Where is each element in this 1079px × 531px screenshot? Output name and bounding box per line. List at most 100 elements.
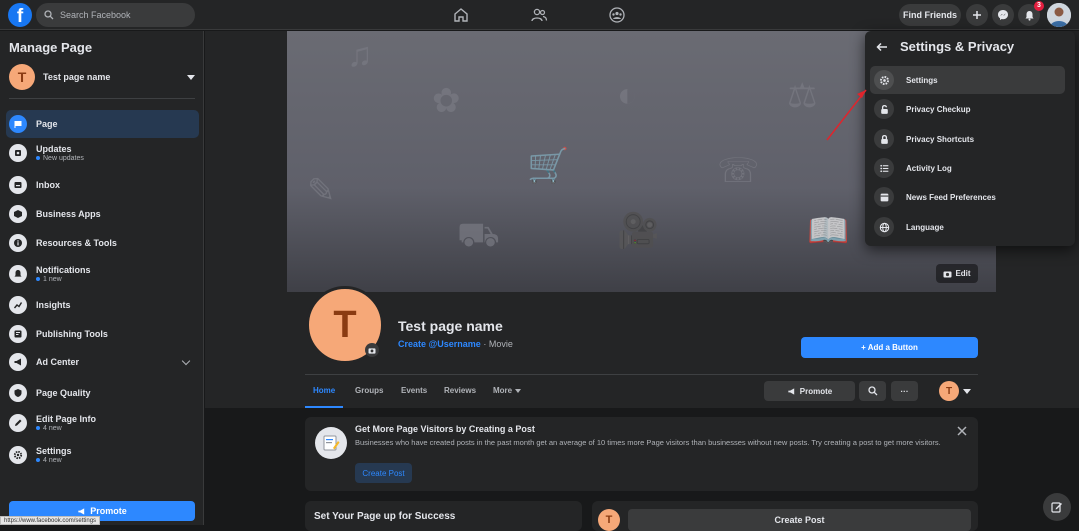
top-navigation-bar: f Find Friends 3 <box>0 0 1079 30</box>
promote-label: Promote <box>799 386 833 396</box>
edit-cover-button[interactable]: Edit <box>936 264 978 283</box>
page-category: · Movie <box>480 339 513 349</box>
plus-icon <box>973 11 981 19</box>
messenger-icon <box>998 10 1008 20</box>
back-arrow-icon[interactable] <box>876 42 888 52</box>
page-avatar: T <box>9 64 35 90</box>
menu-item-language[interactable]: Language <box>870 213 1065 241</box>
tab-more-label: More <box>493 386 513 395</box>
search-box[interactable] <box>36 3 195 27</box>
create-username-link[interactable]: Create @Username <box>398 339 481 349</box>
user-avatar-image <box>1047 3 1071 27</box>
globe-icon <box>874 217 894 237</box>
groups-icon[interactable] <box>608 6 626 24</box>
profile-camera-button[interactable] <box>365 343 379 357</box>
more-options-button[interactable]: ··· <box>891 381 918 401</box>
promote-label: Promote <box>90 506 127 516</box>
bell-icon <box>9 265 27 283</box>
add-a-button-button[interactable]: + Add a Button <box>801 337 978 358</box>
page-voice-avatar[interactable]: T <box>939 381 959 401</box>
promote-button[interactable]: Promote <box>764 381 855 401</box>
compose-icon <box>1051 502 1062 513</box>
page-switcher[interactable]: T Test page name <box>9 64 195 90</box>
tab-reviews[interactable]: Reviews <box>436 378 484 408</box>
sidebar-item-sublabel: New updates <box>36 155 84 162</box>
divider <box>9 98 195 99</box>
menu-item-label: Activity Log <box>906 163 952 173</box>
gear-icon <box>9 446 27 464</box>
new-message-button[interactable] <box>1043 493 1071 521</box>
sidebar-item-publishing-tools[interactable]: Publishing Tools <box>6 320 199 348</box>
menu-item-activity-log[interactable]: Activity Log <box>870 154 1065 182</box>
menu-item-label: Privacy Shortcuts <box>906 134 975 144</box>
list-icon <box>874 158 894 178</box>
cube-icon <box>9 205 27 223</box>
menu-item-label: Privacy Checkup <box>906 104 971 114</box>
info-icon <box>9 234 27 252</box>
menu-item-label: Settings <box>906 75 938 85</box>
tab-events[interactable]: Events <box>393 378 435 408</box>
sidebar-item-page-quality[interactable]: Page Quality <box>6 379 199 407</box>
page-avatar: T <box>598 509 620 531</box>
friends-icon[interactable] <box>530 6 548 24</box>
megaphone-icon <box>78 507 85 515</box>
bell-icon <box>1025 10 1033 21</box>
sidebar-item-sublabel: 4 new <box>36 457 72 464</box>
sidebar-item-ad-center[interactable]: Ad Center <box>6 348 199 376</box>
create-button[interactable] <box>966 4 988 26</box>
home-icon[interactable] <box>452 6 470 24</box>
sidebar-item-business-apps[interactable]: Business Apps <box>6 200 199 228</box>
caret-down-icon <box>515 388 522 393</box>
inbox-icon <box>9 176 27 194</box>
search-page-button[interactable] <box>859 381 886 401</box>
sidebar-item-settings[interactable]: Settings 4 new <box>6 441 199 469</box>
sidebar-item-label: Ad Center <box>36 357 80 367</box>
post-illustration-icon <box>315 427 347 459</box>
sidebar-item-inbox[interactable]: Inbox <box>6 171 199 199</box>
notification-count-badge: 3 <box>1034 1 1044 11</box>
tip-title: Get More Page Visitors by Creating a Pos… <box>355 424 535 434</box>
menu-item-settings[interactable]: Settings <box>870 66 1065 94</box>
sidebar-item-page[interactable]: Page <box>6 110 199 138</box>
menu-item-news-feed-preferences[interactable]: News Feed Preferences <box>870 183 1065 211</box>
sidebar-item-updates[interactable]: Updates New updates <box>6 139 199 167</box>
tab-groups[interactable]: Groups <box>347 378 391 408</box>
sidebar-item-label: Insights <box>36 300 71 310</box>
gear-icon <box>874 70 894 90</box>
tip-create-post-button[interactable]: Create Post <box>355 463 412 483</box>
caret-down-icon[interactable] <box>963 389 971 394</box>
sidebar-item-label: Settings <box>36 446 72 456</box>
sidebar-title: Manage Page <box>9 40 93 55</box>
page-success-card: Set Your Page up for Success <box>305 501 582 531</box>
publishing-tools-icon <box>9 325 27 343</box>
search-icon <box>44 10 54 20</box>
sidebar-item-label: Inbox <box>36 180 60 190</box>
menu-item-privacy-checkup[interactable]: Privacy Checkup <box>870 95 1065 123</box>
chevron-down-icon[interactable] <box>181 356 191 366</box>
sidebar-item-label: Edit Page Info <box>36 414 97 424</box>
tab-home[interactable]: Home <box>305 378 344 408</box>
sidebar-item-edit-page-info[interactable]: Edit Page Info 4 new <box>6 409 199 437</box>
sidebar-item-insights[interactable]: Insights <box>6 291 199 319</box>
profile-avatar[interactable] <box>1047 3 1071 27</box>
create-post-button[interactable]: Create Post <box>628 509 971 531</box>
menu-item-label: Language <box>906 222 944 232</box>
create-post-tip-card: Get More Page Visitors by Creating a Pos… <box>305 417 978 491</box>
megaphone-icon <box>9 353 27 371</box>
sidebar-item-notifications[interactable]: Notifications 1 new <box>6 260 199 288</box>
messenger-button[interactable] <box>992 4 1014 26</box>
facebook-logo[interactable]: f <box>8 3 32 27</box>
updates-icon <box>9 144 27 162</box>
find-friends-button[interactable]: Find Friends <box>899 4 961 26</box>
sidebar-item-label: Page <box>36 119 58 129</box>
sidebar-item-label: Page Quality <box>36 388 91 398</box>
tab-more[interactable]: More <box>485 378 529 408</box>
menu-item-privacy-shortcuts[interactable]: Privacy Shortcuts <box>870 125 1065 153</box>
flag-icon <box>9 115 27 133</box>
close-icon[interactable] <box>956 425 968 437</box>
tip-body: Businesses who have created posts in the… <box>355 438 941 447</box>
menu-item-label: News Feed Preferences <box>906 192 996 202</box>
search-input[interactable] <box>60 10 180 20</box>
search-icon <box>867 386 877 396</box>
sidebar-item-resources-tools[interactable]: Resources & Tools <box>6 229 199 257</box>
